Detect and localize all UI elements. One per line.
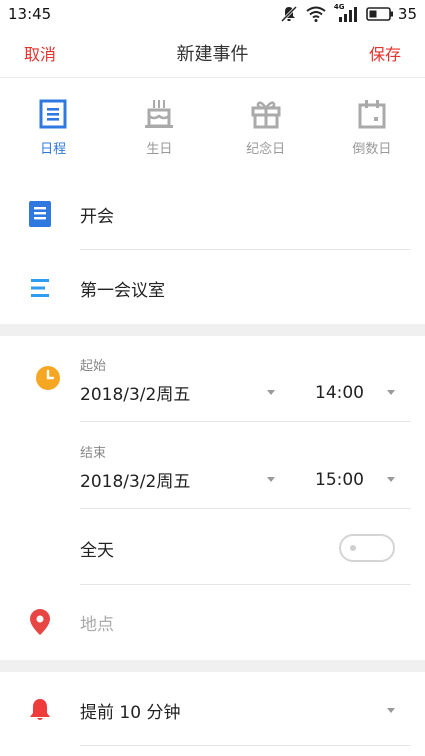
event-type-tabs: 日程 生日 纪念日 倒数日 [0, 90, 425, 160]
location-input[interactable]: 地点 [80, 610, 114, 635]
bell-icon [0, 698, 80, 722]
tab-label: 倒数日 [352, 142, 392, 157]
mute-icon [280, 5, 298, 23]
end-time-block: 结束 2018/3/2周五 15:00 [80, 442, 410, 492]
start-caption: 起始 [80, 359, 107, 374]
top-bar: 新建事件 取消 保存 [0, 28, 425, 78]
start-time-block: 起始 2018/3/2周五 14:00 [80, 355, 410, 405]
birthday-cake-icon [143, 96, 175, 132]
divider [80, 508, 411, 509]
end-caption: 结束 [80, 446, 107, 461]
notes-input[interactable]: 第一会议室 [80, 276, 165, 301]
divider [80, 745, 411, 746]
cancel-button[interactable]: 取消 [24, 41, 56, 65]
clock-icon [36, 366, 60, 394]
battery-icon [366, 7, 393, 21]
tab-label: 纪念日 [246, 142, 286, 157]
save-button[interactable]: 保存 [369, 41, 401, 65]
tab-anniversary[interactable]: 纪念日 [213, 90, 319, 160]
toggle-knob [350, 545, 356, 551]
wifi-icon [306, 6, 326, 22]
end-date-picker[interactable]: 2018/3/2周五 [80, 467, 267, 492]
countdown-calendar-icon [357, 96, 387, 132]
divider [80, 584, 411, 585]
title-field-row[interactable]: 开会 [0, 192, 425, 236]
cellular-signal-icon: 4G [334, 3, 358, 23]
all-day-row: 全天 [0, 528, 425, 568]
tab-birthday[interactable]: 生日 [106, 90, 212, 160]
title-input[interactable]: 开会 [80, 202, 114, 227]
location-row[interactable]: 地点 [0, 602, 425, 642]
start-date-picker[interactable]: 2018/3/2周五 [80, 380, 267, 405]
tab-countdown[interactable]: 倒数日 [319, 90, 425, 160]
all-day-label: 全天 [80, 540, 114, 561]
tab-label: 生日 [146, 142, 173, 157]
start-time-picker[interactable]: 14:00 [315, 383, 375, 403]
divider [80, 421, 411, 422]
page-title: 新建事件 [176, 43, 249, 65]
divider [80, 249, 411, 250]
section-gap [0, 324, 425, 336]
chevron-down-icon[interactable] [267, 390, 275, 395]
notes-field-row[interactable]: 第一会议室 [0, 266, 425, 310]
gift-icon [250, 96, 282, 132]
chevron-down-icon[interactable] [387, 477, 395, 482]
section-gap [0, 660, 425, 672]
location-pin-icon [0, 609, 80, 635]
chevron-down-icon[interactable] [387, 707, 395, 713]
status-time: 13:45 [8, 5, 52, 23]
tab-schedule[interactable]: 日程 [0, 90, 106, 160]
chevron-down-icon[interactable] [267, 477, 275, 482]
document-icon [0, 201, 80, 227]
chevron-down-icon[interactable] [387, 390, 395, 395]
reminder-value[interactable]: 提前 10 分钟 [80, 698, 180, 723]
end-time-picker[interactable]: 15:00 [315, 470, 375, 490]
all-day-toggle[interactable] [339, 534, 395, 562]
schedule-icon [39, 96, 67, 132]
battery-level: 35 [397, 5, 417, 23]
status-bar: 13:45 4G 35 [0, 0, 425, 28]
reminder-row[interactable]: 提前 10 分钟 [0, 688, 425, 732]
battery-indicator: 35 [366, 5, 417, 23]
tab-label: 日程 [40, 142, 67, 157]
lines-icon [0, 278, 80, 298]
